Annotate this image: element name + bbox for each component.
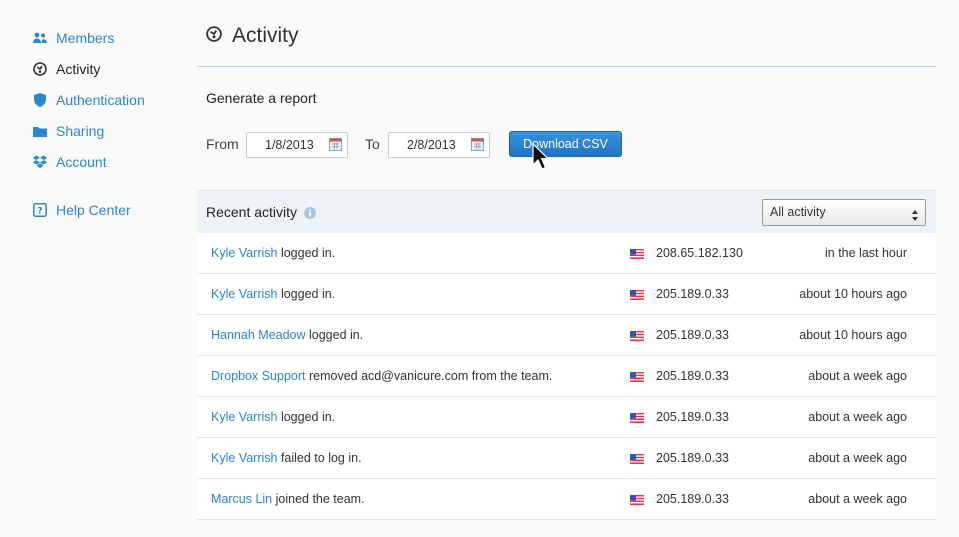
us-flag-icon (630, 330, 644, 341)
sidebar-item-label: Members (56, 30, 115, 46)
us-flag-icon (630, 371, 644, 382)
ip-address: 205.189.0.33 (656, 328, 729, 342)
ip-address: 208.65.182.130 (656, 246, 743, 260)
svg-text:?: ? (37, 207, 42, 217)
sidebar-item-authentication[interactable]: Authentication (33, 90, 145, 110)
activity-filter-value: All activity (770, 205, 826, 219)
sidebar-item-label: Help Center (56, 202, 131, 218)
list-item: Marcus Lin joined the team. 205.189.0.33… (197, 479, 936, 520)
list-item: Kyle Varrish failed to log in. 205.189.0… (197, 438, 936, 479)
activity-filter-select[interactable]: All activity (762, 199, 926, 226)
list-item: Kyle Varrish logged in. 205.189.0.33 abo… (197, 397, 936, 438)
sidebar: Members Activity Authentication Sharing … (0, 0, 190, 537)
timestamp: about a week ago (808, 492, 907, 506)
sidebar-item-label: Authentication (56, 92, 145, 108)
activity-description: Marcus Lin joined the team. (211, 492, 365, 506)
sidebar-item-label: Account (56, 154, 107, 170)
activity-action: logged in. (305, 328, 364, 342)
activity-action: logged in. (277, 287, 336, 301)
timestamp: about a week ago (808, 451, 907, 465)
us-flag-icon (630, 412, 644, 423)
member-link[interactable]: Hannah Meadow (211, 328, 306, 342)
list-item: Kyle Varrish logged in. 205.189.0.33 abo… (197, 274, 936, 315)
activity-action: logged in. (277, 410, 336, 424)
ip-address: 205.189.0.33 (656, 451, 729, 465)
activity-action: removed acd@vanicure.com from the team. (305, 369, 553, 383)
recent-activity-header: Recent activity All activity (197, 190, 936, 233)
activity-description: Kyle Varrish logged in. (211, 246, 335, 260)
from-label: From (206, 136, 239, 152)
activity-action: logged in. (277, 246, 336, 260)
shield-icon (33, 93, 47, 107)
members-icon (33, 31, 47, 45)
ip-address: 205.189.0.33 (656, 410, 729, 424)
sidebar-item-label: Sharing (56, 123, 105, 139)
dropbox-icon (33, 155, 47, 169)
calendar-icon[interactable] (329, 138, 342, 151)
list-item: Kyle Varrish logged in. 208.65.182.130 i… (197, 233, 936, 274)
ip-address: 205.189.0.33 (656, 287, 729, 301)
activity-icon (206, 24, 222, 48)
help-icon: ? (33, 203, 47, 217)
ip-address: 205.189.0.33 (656, 369, 729, 383)
sidebar-item-label: Activity (56, 61, 101, 77)
download-csv-button[interactable]: Download CSV (509, 131, 622, 157)
member-link[interactable]: Dropbox Support (211, 369, 306, 383)
activity-action: joined the team. (272, 492, 365, 506)
timestamp: about 10 hours ago (799, 328, 907, 342)
us-flag-icon (630, 289, 644, 300)
sidebar-item-sharing[interactable]: Sharing (33, 121, 104, 141)
activity-description: Kyle Varrish logged in. (211, 410, 335, 424)
sidebar-item-members[interactable]: Members (33, 28, 114, 48)
timestamp: about a week ago (808, 410, 907, 424)
ip-address: 205.189.0.33 (656, 492, 729, 506)
mouse-cursor-icon (532, 142, 550, 171)
calendar-icon[interactable] (471, 138, 484, 151)
select-arrows-icon (911, 206, 919, 221)
us-flag-icon (630, 453, 644, 464)
page-title-text: Activity (232, 24, 299, 47)
sidebar-item-account[interactable]: Account (33, 152, 107, 172)
member-link[interactable]: Marcus Lin (211, 492, 272, 506)
member-link[interactable]: Kyle Varrish (211, 246, 277, 260)
activity-description: Dropbox Support removed acd@vanicure.com… (211, 369, 552, 383)
activity-action: failed to log in. (277, 451, 362, 465)
us-flag-icon (630, 494, 644, 505)
member-link[interactable]: Kyle Varrish (211, 451, 277, 465)
main-content: Activity Generate a report From To Downl… (197, 0, 937, 537)
info-icon[interactable] (304, 206, 317, 219)
activity-description: Kyle Varrish logged in. (211, 287, 335, 301)
timestamp: about a week ago (808, 369, 907, 383)
member-link[interactable]: Kyle Varrish (211, 410, 277, 424)
timestamp: about 10 hours ago (799, 287, 907, 301)
list-item: Dropbox Support removed acd@vanicure.com… (197, 356, 936, 397)
to-label: To (365, 136, 380, 152)
member-link[interactable]: Kyle Varrish (211, 287, 277, 301)
activity-list: Kyle Varrish logged in. 208.65.182.130 i… (197, 233, 936, 520)
title-divider (197, 66, 936, 67)
activity-icon (33, 62, 47, 76)
recent-activity-title-text: Recent activity (206, 204, 298, 220)
activity-description: Kyle Varrish failed to log in. (211, 451, 362, 465)
activity-description: Hannah Meadow logged in. (211, 328, 363, 342)
report-heading: Generate a report (206, 90, 317, 106)
sidebar-item-help-center[interactable]: ? Help Center (33, 200, 131, 220)
us-flag-icon (630, 248, 644, 259)
recent-activity-title: Recent activity (206, 204, 317, 220)
page-title: Activity (206, 22, 299, 50)
folder-icon (33, 124, 47, 138)
timestamp: in the last hour (825, 246, 907, 260)
sidebar-item-activity[interactable]: Activity (33, 59, 100, 79)
list-item: Hannah Meadow logged in. 205.189.0.33 ab… (197, 315, 936, 356)
